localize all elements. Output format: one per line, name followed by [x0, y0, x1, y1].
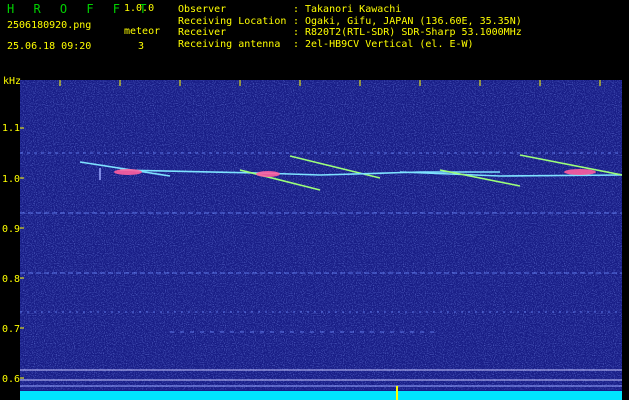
- y-tick-label: 0.9: [2, 224, 21, 235]
- info-value: R820T2(RTL-SDR) SDR-Sharp 53.1000MHz: [305, 27, 522, 38]
- info-key: Receiving antenna: [178, 38, 281, 50]
- info-value: Ogaki, Gifu, JAPAN (136.60E, 35.35N): [305, 15, 522, 27]
- info-row-observer: Observer: Takanori Kawachi: [178, 4, 402, 15]
- y-tick-label: 1.0: [2, 174, 21, 185]
- date-time: 25.06.18 09:20: [7, 41, 92, 52]
- info-key: Observer: [178, 4, 227, 15]
- power-bar: [20, 391, 622, 400]
- info-key: Receiver: [178, 27, 227, 38]
- app-version: 1.0.0: [124, 3, 155, 14]
- y-tick-label: 0.8: [2, 274, 21, 285]
- info-row-receiver: Receiver: R820T2(RTL-SDR) SDR-Sharp 53.10…: [178, 27, 522, 38]
- info-row-antenna: Receiving antenna:2el-HB9CV Vertical (el…: [178, 38, 474, 50]
- info-row-location: Receiving Location: Ogaki, Gifu, JAPAN (1…: [178, 15, 522, 27]
- meteor-count: 3: [138, 41, 145, 52]
- spectrogram: [20, 80, 622, 400]
- meteor-label: meteor: [124, 26, 161, 37]
- station-info: Observer: Takanori Kawachi Receiving Loca…: [178, 4, 522, 50]
- info-value: 2el-HB9CV Vertical (el. E-W): [305, 38, 474, 50]
- info-value: Takanori Kawachi: [305, 4, 402, 15]
- y-tick-label: 1.1: [2, 123, 21, 134]
- unit-label: kHz: [3, 76, 22, 87]
- file-name: 2506180920.png: [7, 20, 92, 31]
- info-key: Receiving Location: [178, 15, 287, 27]
- y-tick-label: 0.7: [2, 324, 21, 335]
- spectrogram-noise: [20, 80, 622, 390]
- y-tick-label: 0.6: [2, 374, 21, 385]
- header-panel: H R O F F T 1.0.0 2506180920.png 25.06.1…: [0, 0, 629, 78]
